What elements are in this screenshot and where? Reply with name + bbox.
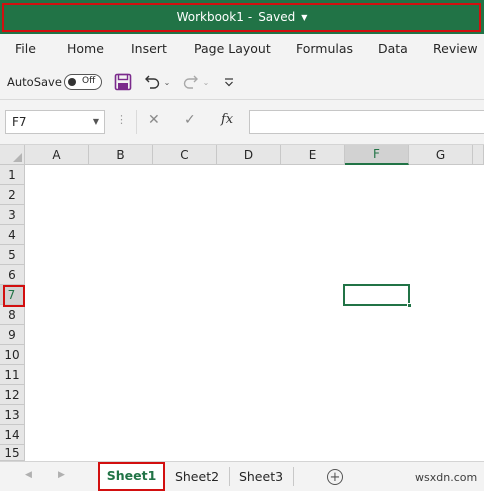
- autosave-state: Off: [82, 76, 96, 86]
- autosave-toggle[interactable]: Off: [64, 74, 102, 90]
- tab-review[interactable]: Review: [433, 41, 478, 56]
- insert-function-icon[interactable]: fx: [221, 112, 233, 127]
- tab-page-layout[interactable]: Page Layout: [194, 41, 271, 56]
- row-header-15[interactable]: 15: [0, 445, 25, 461]
- scroll-right-icon[interactable]: ▶: [58, 470, 65, 480]
- title-bar: Workbook1 - Saved ▼: [0, 0, 484, 34]
- toggle-knob: [68, 78, 76, 86]
- column-header-d[interactable]: D: [217, 145, 281, 165]
- watermark: wsxdn.com: [415, 471, 478, 484]
- row-header-8[interactable]: 8: [0, 305, 25, 325]
- select-all-icon: [13, 153, 22, 162]
- row-header-1[interactable]: 1: [0, 165, 25, 185]
- customize-icon[interactable]: [222, 72, 236, 92]
- quick-access-toolbar: AutoSave Off ⌄ ⌄: [0, 64, 484, 100]
- sheet-tab-sheet2[interactable]: Sheet2: [167, 462, 227, 491]
- row-header-2[interactable]: 2: [0, 185, 25, 205]
- chevron-down-icon[interactable]: ▼: [93, 117, 99, 126]
- cancel-icon[interactable]: ✕: [148, 112, 160, 128]
- row-header-12[interactable]: 12: [0, 385, 25, 405]
- tab-home[interactable]: Home: [67, 41, 104, 56]
- undo-dropdown-icon[interactable]: ⌄: [162, 72, 172, 92]
- row-header-3[interactable]: 3: [0, 205, 25, 225]
- column-header-b[interactable]: B: [89, 145, 153, 165]
- row-header-6[interactable]: 6: [0, 265, 25, 285]
- row-header-9[interactable]: 9: [0, 325, 25, 345]
- row-highlight-frame: [3, 285, 25, 307]
- tab-insert[interactable]: Insert: [131, 41, 167, 56]
- tab-data[interactable]: Data: [378, 41, 408, 56]
- scroll-left-icon[interactable]: ◀: [25, 470, 32, 480]
- column-header-e[interactable]: E: [281, 145, 345, 165]
- tab-divider: [293, 467, 294, 486]
- row-header-11[interactable]: 11: [0, 365, 25, 385]
- title-highlight-frame: [2, 3, 481, 32]
- autosave-label: AutoSave: [7, 75, 62, 89]
- name-box-value: F7: [12, 115, 27, 129]
- column-header-c[interactable]: C: [153, 145, 217, 165]
- worksheet-grid[interactable]: A B C D E F G 1 2 3 4 5 6 7 8 9 10 11 12…: [0, 145, 484, 461]
- formula-input[interactable]: [249, 110, 484, 134]
- column-header-f[interactable]: F: [345, 145, 409, 165]
- save-icon[interactable]: [113, 72, 133, 92]
- tab-file[interactable]: File: [15, 41, 36, 56]
- tab-divider: [229, 467, 230, 486]
- drag-handle-icon[interactable]: ⋮: [116, 113, 127, 126]
- row-header-5[interactable]: 5: [0, 245, 25, 265]
- row-header-10[interactable]: 10: [0, 345, 25, 365]
- row-header-4[interactable]: 4: [0, 225, 25, 245]
- column-header-a[interactable]: A: [25, 145, 89, 165]
- column-header-h[interactable]: [473, 145, 484, 165]
- active-cell-f7[interactable]: [343, 284, 412, 308]
- undo-icon[interactable]: [142, 72, 162, 92]
- redo-dropdown-icon[interactable]: ⌄: [201, 72, 211, 92]
- sheet-tab-highlight-frame: [98, 462, 165, 491]
- enter-icon[interactable]: ✓: [184, 112, 196, 128]
- select-all-button[interactable]: [0, 145, 25, 165]
- sheet-tab-bar: ◀ ▶ Sheet1 Sheet2 Sheet3 + wsxdn.com: [0, 461, 484, 491]
- name-box[interactable]: F7 ▼: [5, 110, 105, 134]
- row-header-13[interactable]: 13: [0, 405, 25, 425]
- fill-handle[interactable]: [407, 303, 412, 308]
- row-header-14[interactable]: 14: [0, 425, 25, 445]
- column-header-g[interactable]: G: [409, 145, 473, 165]
- add-sheet-button[interactable]: +: [327, 469, 343, 485]
- tab-formulas[interactable]: Formulas: [296, 41, 353, 56]
- redo-icon[interactable]: [181, 72, 201, 92]
- formula-bar: F7 ▼ ⋮ ✕ ✓ fx: [0, 100, 484, 145]
- divider: [136, 110, 137, 134]
- sheet-tab-sheet3[interactable]: Sheet3: [231, 462, 291, 491]
- ribbon-tabs: File Home Insert Page Layout Formulas Da…: [0, 34, 484, 64]
